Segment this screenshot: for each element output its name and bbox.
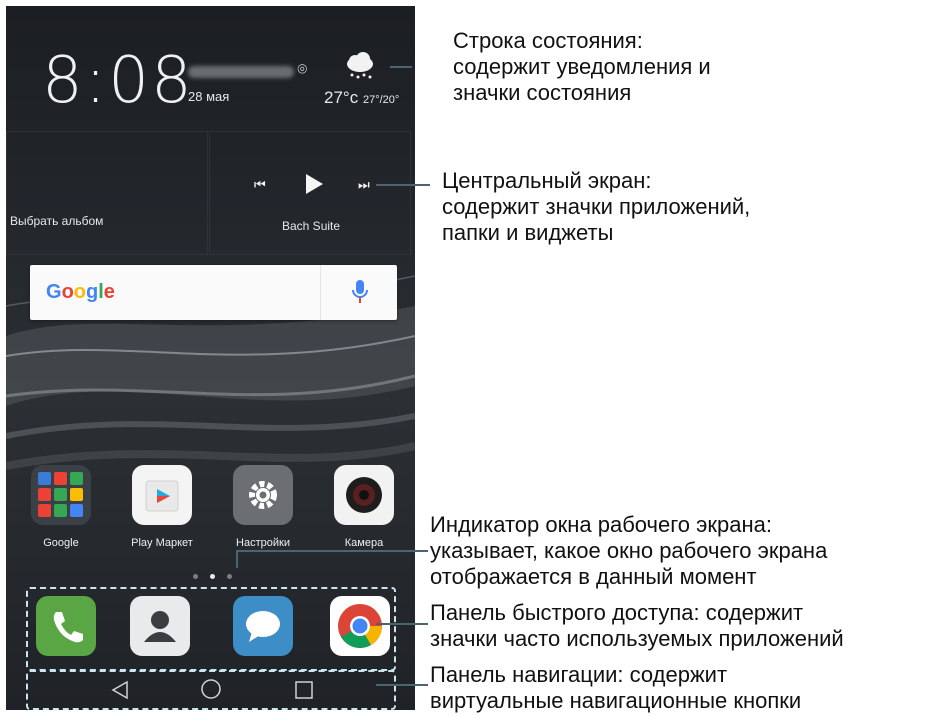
callout-line-text: Индикатор окна рабочего экрана:: [430, 512, 772, 537]
track-name: Bach Suite: [282, 219, 341, 233]
location-text: [188, 66, 294, 78]
search-divider: [320, 265, 321, 320]
camera-icon: [334, 465, 394, 525]
weather-rain-icon: [347, 52, 373, 79]
callout-line-text: отображается в данный момент: [430, 564, 757, 589]
callout-line-nav: [376, 684, 428, 686]
settings-gear-icon: [233, 465, 293, 525]
app-label: Настройки: [236, 537, 290, 549]
google-folder-icon: [31, 465, 91, 525]
callout-line-indicator-drop: [236, 550, 238, 568]
clock-time: 8:08: [42, 44, 194, 118]
dock-highlight: [26, 587, 396, 671]
choose-album-label[interactable]: Выбрать альбом: [10, 214, 103, 228]
callout-line-text: значки состояния: [453, 80, 632, 105]
previous-track-icon[interactable]: ⏮: [254, 177, 266, 193]
callout-line-text: Панель навигации: содержит: [430, 662, 728, 687]
temperature-range: 27°/20°: [362, 94, 400, 106]
page-dot[interactable]: [193, 574, 198, 579]
page-dot-active[interactable]: [210, 574, 215, 579]
app-label: Камера: [344, 537, 384, 549]
callout-dock: Панель быстрого доступа: содержит значки…: [430, 600, 844, 652]
callout-line-text: Панель быстрого доступа: содержит: [430, 600, 804, 625]
temperature: 27°c 27°/20°: [324, 88, 399, 108]
date-text: 28 мая: [188, 89, 230, 104]
navbar-highlight: [26, 670, 396, 710]
app-label: Play Маркет: [131, 537, 193, 549]
callout-line-text: Центральный экран:: [442, 168, 652, 193]
app-camera[interactable]: Камера: [329, 465, 399, 549]
next-track-icon[interactable]: ⏭: [358, 177, 370, 193]
callout-line-text: виртуальные навигационные кнопки: [430, 688, 802, 713]
google-search-bar[interactable]: Google: [30, 265, 397, 320]
page-dot[interactable]: [227, 574, 232, 579]
play-store-icon: [132, 465, 192, 525]
app-settings[interactable]: Настройки: [228, 465, 298, 549]
location-pin-icon: ◎: [297, 61, 308, 75]
callout-line-text: значки часто используемых приложений: [430, 626, 844, 651]
callout-home-screen: Центральный экран: содержит значки прило…: [442, 168, 750, 246]
callout-line-text: папки и виджеты: [442, 220, 614, 245]
callout-line-indicator: [236, 550, 428, 552]
app-google-folder[interactable]: Google: [26, 465, 96, 549]
media-controls: ⏮ ⏭: [246, 171, 386, 201]
temperature-current: 27°c: [324, 88, 359, 107]
callout-page-indicator: Индикатор окна рабочего экрана: указывае…: [430, 512, 827, 590]
callout-navigation: Панель навигации: содержит виртуальные н…: [430, 662, 801, 714]
callout-line-text: указывает, какое окно рабочего экрана: [430, 538, 828, 563]
callout-line-text: содержит значки приложений,: [442, 194, 751, 219]
play-icon[interactable]: [304, 173, 324, 195]
google-logo: Google: [46, 281, 115, 303]
callout-line-text: Строка состояния:: [453, 28, 643, 53]
widget-panel-left: [6, 131, 208, 255]
app-label: Google: [43, 537, 79, 549]
callout-line-text: содержит уведомления и: [453, 54, 711, 79]
microphone-icon[interactable]: [352, 279, 368, 305]
callout-line-status: [390, 66, 412, 68]
app-play-store[interactable]: Play Маркет: [127, 465, 197, 549]
callout-status-bar: Строка состояния: содержит уведомления и…: [453, 28, 711, 106]
callout-line-dock: [376, 623, 428, 625]
callout-line-home: [376, 184, 430, 186]
